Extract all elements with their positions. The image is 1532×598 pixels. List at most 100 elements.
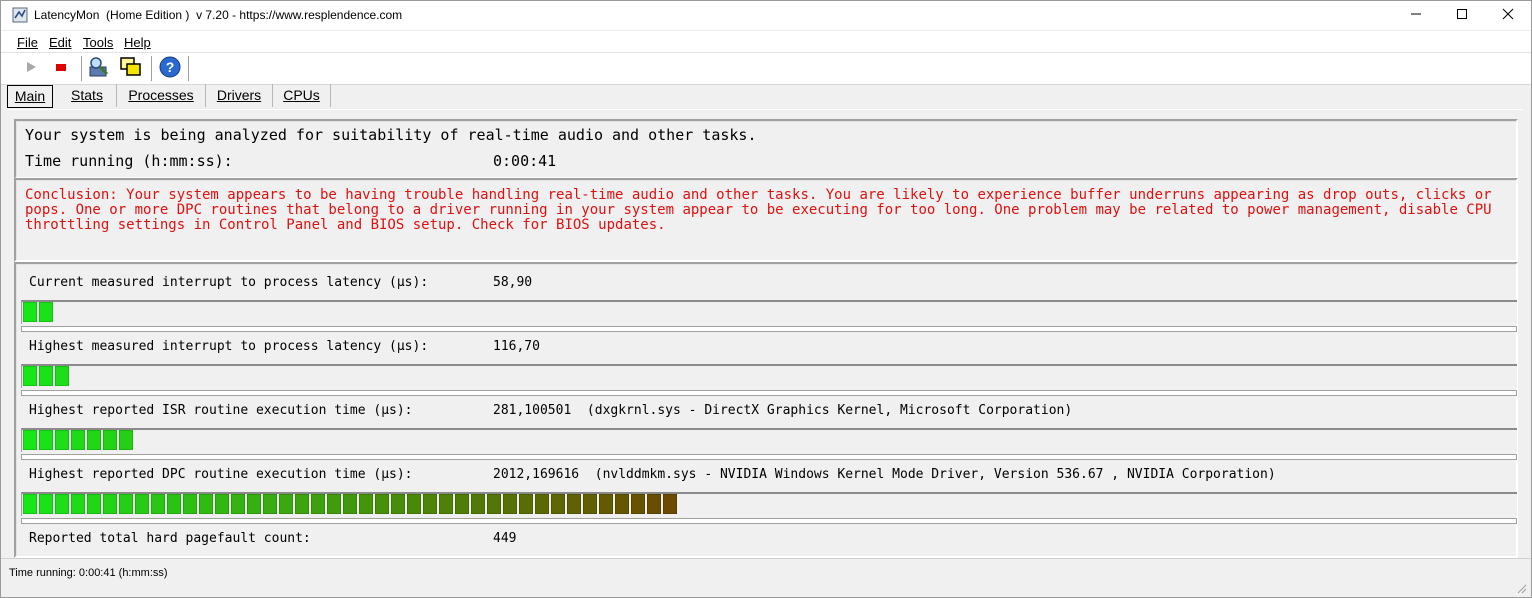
meter-segment (663, 494, 677, 514)
current-latency-bar (21, 300, 1517, 332)
status-bar: Time running: 0:00:41 (h:mm:ss) (1, 558, 1531, 597)
meter-segment (311, 494, 325, 514)
tab-cpus[interactable]: CPUs (273, 84, 331, 107)
dpc-time-bar (21, 492, 1517, 524)
time-running-value: 0:00:41 (493, 152, 557, 170)
current-latency-value: 58,90 (493, 275, 533, 290)
tab-main-label: Main (14, 88, 46, 104)
tab-stats[interactable]: Stats (58, 84, 117, 107)
analysis-summary-panel: Your system is being analyzed for suitab… (14, 119, 1518, 179)
toolbar: ? (1, 52, 1531, 85)
meter-segment (39, 430, 53, 450)
meter-segment (119, 430, 133, 450)
meter-segment (231, 494, 245, 514)
meter-segment (423, 494, 437, 514)
window-title: LatencyMon (Home Edition ) v 7.20 - http… (34, 8, 403, 22)
current-latency-label: Current measured interrupt to process la… (29, 275, 429, 290)
meter-segment (567, 494, 581, 514)
tab-processes[interactable]: Processes (117, 84, 206, 107)
close-icon (1502, 8, 1514, 23)
menu-file[interactable]: File (17, 35, 38, 50)
meter-segment (647, 494, 661, 514)
menu-help-label: Help (124, 35, 151, 50)
bar-track (21, 326, 1517, 332)
windows-button[interactable] (119, 56, 143, 81)
tab-main[interactable]: Main (7, 85, 53, 108)
pagefault-label: Reported total hard pagefault count: (29, 531, 311, 546)
conclusion-text: Conclusion: Your system appears to be ha… (25, 187, 1492, 233)
meter-segment (471, 494, 485, 514)
meter-segment (183, 494, 197, 514)
toolbar-separator (151, 56, 153, 81)
menu-edit-label: Edit (49, 35, 72, 50)
meter-segment (87, 494, 101, 514)
menu-tools[interactable]: Tools (83, 35, 113, 50)
meter-segment (247, 494, 261, 514)
meter-segment (199, 494, 213, 514)
meter-segment (503, 494, 517, 514)
meter-segment (551, 494, 565, 514)
menu-help[interactable]: Help (124, 35, 151, 50)
find-driver-icon (87, 55, 111, 84)
bar-track (21, 518, 1517, 524)
meter-segment (103, 494, 117, 514)
help-button[interactable]: ? (158, 56, 182, 81)
meter-segment (631, 494, 645, 514)
meter-segment (615, 494, 629, 514)
isr-time-value: 281,100501 (dxgkrnl.sys - DirectX Graphi… (493, 403, 1073, 418)
start-button[interactable] (19, 57, 43, 81)
meter-segment (55, 430, 69, 450)
title-bar[interactable]: LatencyMon (Home Edition ) v 7.20 - http… (1, 1, 1531, 30)
status-text: Time running: 0:00:41 (h:mm:ss) (9, 567, 168, 579)
tab-strip: Main Stats Processes Drivers CPUs (1, 84, 1531, 108)
meter-segment (343, 494, 357, 514)
meter-segment (167, 494, 181, 514)
metrics-panel: Current measured interrupt to process la… (14, 262, 1518, 558)
minimize-button[interactable] (1393, 1, 1439, 30)
tab-stats-label: Stats (71, 87, 103, 103)
highest-latency-label: Highest measured interrupt to process la… (29, 339, 429, 354)
play-icon (24, 60, 38, 79)
meter-segment (39, 494, 53, 514)
pagefault-value: 449 (493, 531, 517, 546)
maximize-button[interactable] (1439, 1, 1485, 30)
close-button[interactable] (1485, 1, 1531, 30)
meter-segment (71, 494, 85, 514)
bar-fill (23, 430, 135, 450)
bar-fill (23, 494, 679, 514)
meter-segment (407, 494, 421, 514)
meter-segment (519, 494, 533, 514)
meter-segment (487, 494, 501, 514)
meter-segment (359, 494, 373, 514)
meter-segment (23, 302, 37, 322)
meter-segment (55, 494, 69, 514)
find-driver-button[interactable] (87, 55, 111, 84)
meter-segment (599, 494, 613, 514)
menu-edit[interactable]: Edit (49, 35, 71, 50)
latencymon-app-icon (12, 7, 28, 23)
bar-fill (23, 366, 71, 386)
meter-segment (87, 430, 101, 450)
time-running-label: Time running (h:mm:ss): (25, 152, 233, 170)
meter-segment (23, 494, 37, 514)
meter-segment (23, 430, 37, 450)
resize-grip-icon[interactable] (1515, 581, 1527, 594)
meter-segment (103, 430, 117, 450)
meter-segment (151, 494, 165, 514)
analysis-message: Your system is being analyzed for suitab… (25, 126, 757, 144)
stop-button[interactable] (49, 57, 73, 81)
meter-segment (279, 494, 293, 514)
highest-latency-value: 116,70 (493, 339, 540, 354)
meter-segment (215, 494, 229, 514)
meter-segment (295, 494, 309, 514)
meter-segment (391, 494, 405, 514)
bar-track (21, 454, 1517, 460)
isr-time-label: Highest reported ISR routine execution t… (29, 403, 413, 418)
dpc-time-label: Highest reported DPC routine execution t… (29, 467, 413, 482)
tab-processes-label: Processes (128, 87, 194, 103)
stop-icon (54, 60, 68, 79)
isr-time-bar (21, 428, 1517, 460)
app-window: LatencyMon (Home Edition ) v 7.20 - http… (0, 0, 1532, 598)
tab-drivers-label: Drivers (216, 87, 262, 103)
tab-drivers[interactable]: Drivers (206, 84, 273, 107)
